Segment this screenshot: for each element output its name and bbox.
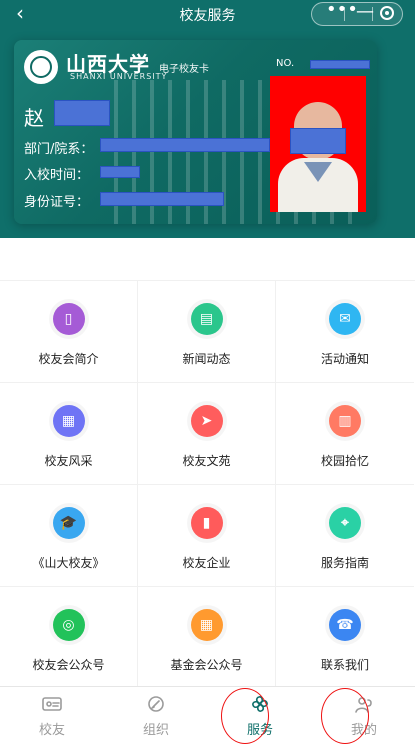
service-label: 服务指南 bbox=[320, 556, 369, 570]
tab-label: 组织 bbox=[142, 723, 169, 738]
tab-alumni[interactable]: 校友 bbox=[0, 687, 104, 746]
capsule-divider bbox=[372, 7, 373, 21]
service-tile[interactable]: ✉ 活动通知 bbox=[276, 281, 414, 383]
top-bar: ‹ 校友服务 ••• — bbox=[0, 0, 415, 28]
icon-glyph: ⌖ bbox=[341, 515, 349, 531]
calendar-icon: ▦ bbox=[190, 609, 223, 641]
service-tile[interactable]: ▯ 校友会简介 bbox=[0, 281, 138, 383]
service-tile[interactable]: ⌖ 服务指南 bbox=[276, 485, 414, 587]
service-label: 校友风采 bbox=[44, 454, 93, 468]
service-label: 校友会公众号 bbox=[32, 658, 105, 672]
card-number-redaction bbox=[310, 60, 370, 69]
phone-icon: ☎ bbox=[329, 609, 361, 641]
tab-organization[interactable]: 组织 bbox=[104, 687, 208, 746]
card-type: 电子校友卡 bbox=[159, 64, 209, 75]
service-tile[interactable]: ▦ 校友风采 bbox=[0, 383, 138, 485]
more-dots-icon[interactable]: ••• bbox=[326, 0, 358, 21]
service-label: 联系我们 bbox=[320, 658, 369, 672]
annotation-circle-services bbox=[221, 688, 269, 744]
tab-label: 校友 bbox=[38, 723, 65, 738]
book-icon: ▯ bbox=[52, 303, 85, 335]
service-label: 《山大校友》 bbox=[32, 556, 105, 570]
service-label: 校友会简介 bbox=[38, 352, 99, 366]
service-label: 活动通知 bbox=[320, 352, 369, 366]
service-tile[interactable]: ▥ 校园拾忆 bbox=[276, 383, 414, 485]
icon-glyph: ▦ bbox=[61, 413, 76, 429]
graduation-cap-icon: 🎓 bbox=[52, 507, 85, 539]
annotation-circle-me bbox=[321, 688, 369, 744]
icon-glyph: ▮ bbox=[202, 515, 211, 531]
campus-gate-icon: ▥ bbox=[329, 405, 361, 437]
service-tile[interactable]: ▮ 校友企业 bbox=[138, 485, 276, 587]
service-label: 新闻动态 bbox=[182, 352, 231, 366]
icon-glyph: ▯ bbox=[64, 311, 73, 327]
icon-glyph: ☎ bbox=[336, 617, 354, 633]
icon-glyph: ◎ bbox=[62, 617, 75, 633]
alumni-card: 山西大学 SHANXI UNIVERSITY 电子校友卡 NO. 赵 部门/院系… bbox=[14, 40, 377, 224]
id-number-redaction bbox=[100, 192, 224, 206]
building-icon: ▮ bbox=[190, 507, 223, 539]
icon-glyph: ▦ bbox=[199, 617, 214, 633]
wechat-icon: ◎ bbox=[52, 609, 85, 641]
alumni-name-redaction bbox=[54, 100, 110, 126]
entry-time-redaction bbox=[100, 166, 140, 178]
service-tile[interactable]: ➤ 校友文苑 bbox=[138, 383, 276, 485]
university-logo-icon bbox=[24, 50, 58, 84]
service-tile[interactable]: ▤ 新闻动态 bbox=[138, 281, 276, 383]
compass-icon: ⌖ bbox=[329, 507, 361, 539]
paper-plane-icon: ➤ bbox=[190, 405, 223, 437]
id-number-label: 身份证号： bbox=[24, 195, 90, 210]
department-redaction bbox=[100, 138, 270, 152]
services-grid: ▯ 校友会简介 ▤ 新闻动态 ✉ 活动通知 ▦ 校友风采 ➤ 校友文苑 ▥ 校园拾忆 🎓 《山大校友》 ▮ 校… bbox=[0, 280, 415, 689]
icon-glyph: ▥ bbox=[338, 413, 352, 429]
service-tile[interactable]: 🎓 《山大校友》 bbox=[0, 485, 138, 587]
university-name-en: SHANXI UNIVERSITY bbox=[70, 72, 168, 81]
card-number-label: NO. bbox=[276, 58, 295, 69]
face-redaction bbox=[290, 128, 346, 154]
service-label: 校友企业 bbox=[182, 556, 231, 570]
service-label: 基金会公众号 bbox=[170, 658, 243, 672]
icon-glyph: ➤ bbox=[200, 413, 213, 429]
megaphone-icon: ✉ bbox=[329, 303, 361, 335]
entry-time-label: 入校时间： bbox=[24, 168, 90, 183]
target-icon[interactable] bbox=[380, 6, 394, 20]
mini-program-capsule: ••• — bbox=[311, 0, 403, 26]
department-label: 部门/院系： bbox=[24, 142, 94, 157]
service-tile[interactable]: ☎ 联系我们 bbox=[276, 587, 414, 689]
icon-glyph: ✉ bbox=[339, 311, 351, 327]
icon-glyph: 🎓 bbox=[59, 515, 78, 531]
service-label: 校友文苑 bbox=[182, 454, 231, 468]
profile-photo bbox=[270, 76, 366, 212]
service-tile[interactable]: ▦ 基金会公众号 bbox=[138, 587, 276, 689]
icon-glyph: ▤ bbox=[199, 311, 214, 327]
capsule-divider bbox=[344, 7, 345, 21]
service-label: 校园拾忆 bbox=[320, 454, 369, 468]
pen-icon bbox=[144, 694, 168, 714]
id-card-icon bbox=[40, 694, 64, 714]
clapperboard-icon: ▦ bbox=[52, 405, 85, 437]
alumni-surname: 赵 bbox=[24, 106, 44, 130]
newspaper-icon: ▤ bbox=[190, 303, 223, 335]
service-tile[interactable]: ◎ 校友会公众号 bbox=[0, 587, 138, 689]
